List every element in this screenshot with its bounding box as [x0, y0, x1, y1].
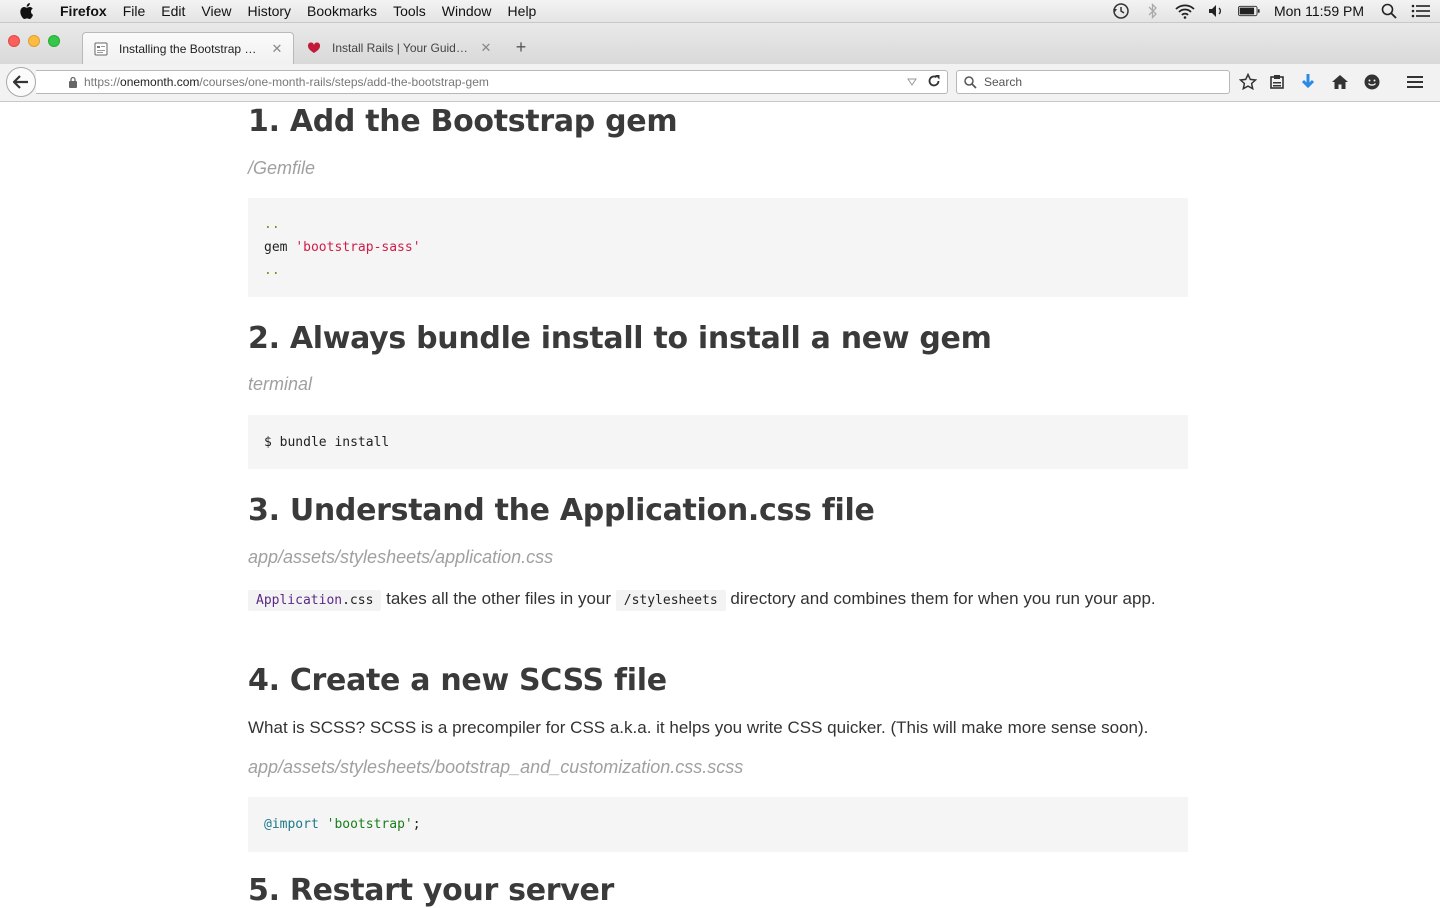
back-button[interactable]: [6, 67, 36, 97]
heading-step-4: 4. Create a new SCSS file: [248, 663, 667, 698]
dropdown-arrow-icon[interactable]: [907, 75, 917, 89]
close-icon[interactable]: ✕: [478, 40, 494, 56]
menu-tools[interactable]: Tools: [385, 0, 434, 22]
file-path-application-css: app/assets/stylesheets/application.css: [248, 547, 554, 567]
inline-code-application-css: Application.css: [248, 590, 382, 611]
menu-window[interactable]: Window: [434, 0, 500, 22]
code-string: 'bootstrap-sass': [295, 240, 421, 255]
search-icon: [964, 75, 978, 89]
url-text[interactable]: https://onemonth.com/courses/one-month-r…: [84, 75, 489, 89]
menu-help[interactable]: Help: [500, 0, 545, 22]
code-token: ;: [412, 817, 421, 832]
code-block-terminal: $ bundle install: [248, 415, 1188, 469]
file-path-scss: app/assets/stylesheets/bootstrap_and_cus…: [248, 757, 744, 777]
hamburger-menu-icon[interactable]: [1405, 72, 1425, 92]
download-icon[interactable]: [1298, 72, 1318, 92]
menu-view[interactable]: View: [193, 0, 239, 22]
reload-icon[interactable]: [927, 74, 941, 91]
heading-step-3: 3. Understand the Application.css file: [248, 493, 875, 528]
menubar-clock[interactable]: Mon 11:59 PM: [1274, 3, 1364, 19]
url-bar-actions: [907, 74, 941, 91]
back-arrow-icon: [13, 75, 28, 89]
window-zoom-button[interactable]: [48, 35, 60, 47]
code-line: gem 'bootstrap-sass': [264, 236, 1188, 259]
url-scheme: https://: [84, 75, 121, 89]
paragraph-scss: What is SCSS? SCSS is a precompiler for …: [248, 718, 1149, 737]
window-minimize-button[interactable]: [28, 35, 40, 47]
file-path-gemfile: /Gemfile: [248, 158, 316, 178]
code-token: .css: [342, 593, 374, 608]
code-string: 'bootstrap': [326, 817, 413, 832]
code-token: gem: [264, 240, 296, 255]
code-line: ..: [264, 217, 280, 232]
tab-title: Install Rails | Your Guide for...: [332, 41, 470, 55]
heading-step-1: 1. Add the Bootstrap gem: [248, 104, 678, 139]
search-placeholder: Search: [984, 75, 1023, 89]
heading-step-5: 5. Restart your server: [248, 873, 615, 908]
volume-icon[interactable]: [1206, 2, 1228, 20]
window-close-button[interactable]: [8, 35, 20, 47]
spotlight-icon[interactable]: [1378, 2, 1400, 20]
menu-edit[interactable]: Edit: [153, 0, 193, 22]
url-path: /courses/one-month-rails/steps/add-the-b…: [199, 75, 489, 89]
wifi-icon[interactable]: [1174, 2, 1196, 20]
notification-center-icon[interactable]: [1410, 2, 1432, 20]
paragraph-text: directory and combines them for when you…: [725, 589, 1156, 608]
battery-icon[interactable]: [1237, 2, 1260, 20]
file-path-terminal: terminal: [248, 374, 313, 394]
code-block-gemfile: .. gem 'bootstrap-sass' ..: [248, 198, 1188, 297]
code-keyword: @import: [264, 817, 319, 832]
tab-install-rails[interactable]: Install Rails | Your Guide for... ✕: [296, 32, 502, 64]
menu-app-firefox[interactable]: Firefox: [52, 0, 115, 22]
apple-icon[interactable]: [16, 1, 36, 21]
lock-icon[interactable]: [66, 76, 80, 88]
menu-file[interactable]: File: [115, 0, 154, 22]
paragraph-text: takes all the other files in your: [381, 589, 616, 608]
time-machine-icon[interactable]: [1110, 2, 1132, 20]
menu-bookmarks[interactable]: Bookmarks: [299, 0, 385, 22]
search-input[interactable]: Search: [956, 70, 1230, 94]
macos-menu-bar: Firefox File Edit View History Bookmarks…: [0, 0, 1440, 23]
paragraph-application-css: Application.css takes all the other file…: [248, 585, 1188, 614]
hello-chat-icon[interactable]: [1362, 72, 1382, 92]
code-block-scss: @import 'bootstrap';: [248, 797, 1188, 852]
bluetooth-icon[interactable]: [1142, 2, 1164, 20]
menu-history[interactable]: History: [239, 0, 299, 22]
page-icon: [93, 41, 109, 57]
close-icon[interactable]: ✕: [269, 41, 285, 57]
inline-code-stylesheets: /stylesheets: [615, 590, 726, 611]
rails-icon: [306, 40, 322, 56]
home-icon[interactable]: [1330, 72, 1350, 92]
tab-installing-bootstrap[interactable]: Installing the Bootstrap Ge... ✕: [82, 32, 294, 64]
code-line: ..: [264, 263, 280, 278]
url-domain: onemonth.com: [120, 75, 200, 89]
tab-title: Installing the Bootstrap Ge...: [119, 41, 261, 56]
code-line: @import 'bootstrap';: [264, 813, 1188, 836]
browser-tab-bar: Installing the Bootstrap Ge... ✕ Install…: [0, 23, 1440, 64]
code-token: Application: [256, 593, 343, 608]
new-tab-button[interactable]: +: [510, 36, 532, 58]
bookmark-star-icon[interactable]: [1238, 72, 1258, 92]
navigation-toolbar: https://onemonth.com/courses/one-month-r…: [0, 64, 1440, 102]
heading-step-2: 2. Always bundle install to install a ne…: [248, 321, 992, 356]
url-bar[interactable]: https://onemonth.com/courses/one-month-r…: [36, 70, 948, 94]
reading-list-icon[interactable]: [1267, 72, 1287, 92]
code-line: $ bundle install: [264, 435, 390, 450]
